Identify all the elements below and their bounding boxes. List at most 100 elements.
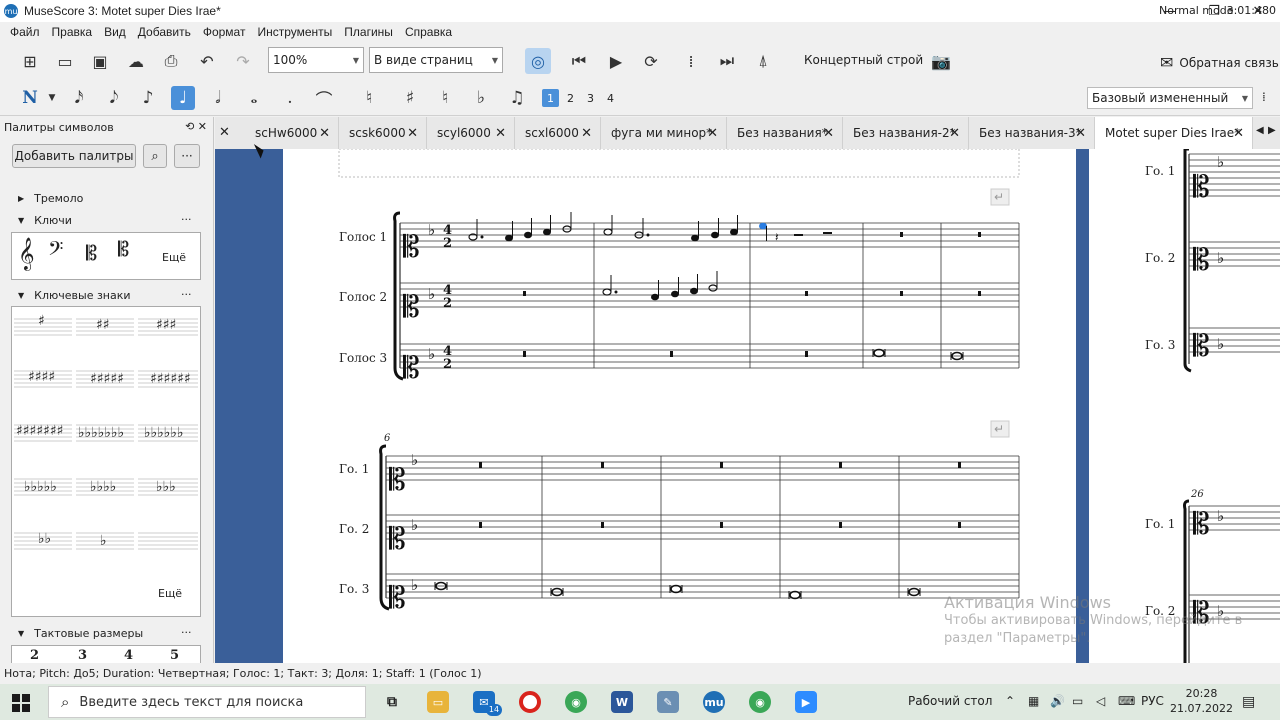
thirtysecond-note-icon[interactable]: 𝅘𝅥𝅮 (102, 86, 126, 110)
taskbar-search-box[interactable]: ⌕ Введите здесь текст для поиска (48, 686, 366, 718)
treble-clef-icon[interactable]: 𝄞 (18, 237, 35, 271)
close-icon[interactable]: ✕ (823, 126, 834, 141)
toolbar-overflow-handle[interactable]: ⁞ (1262, 90, 1266, 104)
palette-section-tremolo[interactable]: ▶ Тремоло (18, 192, 83, 205)
close-icon[interactable]: ✕ (707, 126, 718, 141)
more-options-icon[interactable]: ··· (181, 213, 192, 226)
tray-volume-icon[interactable]: 🔊 (1050, 694, 1065, 708)
cloud-upload-icon[interactable]: ☁ (125, 50, 147, 72)
close-icon[interactable]: ✕ (1075, 126, 1086, 141)
eighth-note-icon[interactable]: ♪ (136, 86, 160, 110)
camera-icon[interactable]: 📷 (930, 50, 952, 72)
more-options-icon[interactable]: ··· (174, 144, 200, 168)
zoom-app-icon[interactable]: ▶ (795, 691, 817, 713)
tray-keyboard-icon[interactable]: ⌨ (1118, 694, 1135, 708)
menu-tools[interactable]: Инструменты (251, 25, 338, 39)
tie-icon[interactable]: ⌒ (312, 86, 336, 111)
voice-2-button[interactable]: 2 (562, 89, 579, 107)
menu-file[interactable]: Файл (4, 25, 46, 39)
natural-icon[interactable]: ♮ (433, 86, 457, 110)
tab-untitled[interactable]: Без названия* ✕ (727, 117, 843, 149)
tab-untitled-2[interactable]: Без названия-2* ✕ (843, 117, 969, 149)
opera-icon[interactable] (519, 691, 541, 713)
whole-note-icon[interactable]: 𝅝 (242, 86, 266, 110)
close-icon[interactable]: ✕ (407, 126, 418, 141)
chrome-profile-icon[interactable]: ◉ (749, 691, 771, 713)
chrome-icon[interactable]: ◉ (565, 691, 587, 713)
time-sig-2[interactable]: 2 (30, 648, 39, 663)
metronome-icon[interactable]: ⍋ (752, 50, 774, 72)
task-view-icon[interactable]: ⧉ (381, 691, 403, 713)
undo-icon[interactable]: ↶ (196, 50, 218, 72)
chevron-down-icon[interactable]: ▼ (40, 86, 64, 110)
palette-section-clefs[interactable]: ▼ Ключи (18, 214, 72, 227)
tab-scroll-left-icon[interactable]: ◀ (1256, 125, 1264, 136)
word-icon[interactable]: W (611, 691, 633, 713)
menu-edit[interactable]: Правка (46, 25, 99, 39)
score-page-1[interactable]: 𝄡 𝄡 𝄡 𝄡 𝄡 𝄡 ♭ ♭ ♭ ♭ ♭ ♭ 42 42 42 𝄽 Голос… (283, 149, 1076, 663)
voice-1-button[interactable]: 1 (542, 89, 559, 107)
open-folder-icon[interactable]: ▭ (54, 50, 76, 72)
musescore-taskbar-icon[interactable]: mu (703, 691, 725, 713)
note-input-mode-icon[interactable]: N (18, 86, 42, 110)
more-options-icon[interactable]: ··· (181, 626, 192, 639)
voice-3-button[interactable]: 3 (582, 89, 599, 107)
rewind-icon[interactable]: ⏮ (568, 50, 590, 72)
half-note-icon[interactable]: 𝅗𝅥 (206, 86, 230, 110)
time-sig-5[interactable]: 5 (170, 648, 179, 663)
voice-4-button[interactable]: 4 (602, 89, 619, 107)
toggle-flat-sharp-icon[interactable]: ♮ (357, 86, 381, 110)
view-mode-select[interactable]: В виде страниц ▼ (369, 47, 503, 73)
menu-help[interactable]: Справка (399, 25, 458, 39)
tab-scroll-right-icon[interactable]: ▶ (1268, 125, 1276, 136)
augmentation-dot-icon[interactable]: . (278, 86, 302, 110)
close-icon[interactable]: ✕ (219, 125, 230, 140)
close-icon[interactable]: ✕ (581, 126, 592, 141)
search-icon[interactable]: ⌕ (143, 144, 167, 168)
concert-pitch-button[interactable]: Концертный строй (804, 53, 923, 67)
loop-in-icon[interactable]: ⁞ (680, 50, 702, 72)
more-clefs-button[interactable]: Ещё (162, 251, 186, 264)
score-page-2[interactable]: 𝄡 𝄡 𝄡 𝄡 𝄡 ♭ ♭ ♭ ♭ ♭ Го. 1 Го. 2 Го. 3 Го… (1089, 149, 1280, 663)
tab-scxl6000[interactable]: scxl6000 ✕ (515, 117, 601, 149)
notifications-icon[interactable]: ▤ (1242, 694, 1255, 710)
taskbar-clock[interactable]: 20:28 21.07.2022 (1170, 686, 1233, 716)
tenor-clef-icon[interactable]: 𝄡 (118, 237, 129, 261)
loop-out-icon[interactable]: ⏭ (716, 50, 738, 72)
alto-clef-icon[interactable]: 𝄡 (86, 241, 97, 265)
tab-scsk6000[interactable]: scsk6000 ✕ (339, 117, 427, 149)
more-options-icon[interactable]: ··· (181, 288, 192, 301)
menu-plugins[interactable]: Плагины (338, 25, 399, 39)
panel-float-close-icons[interactable]: ⟲ ✕ (185, 120, 207, 133)
workspace-select[interactable]: Базовый измененный ▼ (1087, 87, 1253, 109)
more-key-signatures-button[interactable]: Ещё (158, 587, 182, 600)
file-explorer-icon[interactable]: ▭ (427, 691, 449, 713)
flip-direction-icon[interactable]: ♫ (505, 86, 529, 110)
feedback-button[interactable]: ✉ Обратная связь (1160, 53, 1279, 72)
new-file-icon[interactable]: ⊞ (19, 50, 41, 72)
menu-format[interactable]: Формат (197, 25, 252, 39)
tab-scyl6000[interactable]: scyl6000 ✕ (427, 117, 515, 149)
time-sig-3[interactable]: 3 (78, 648, 87, 663)
add-palettes-button[interactable]: Добавить палитры (12, 144, 136, 168)
sharp-icon[interactable]: ♯ (398, 86, 422, 110)
sixtyfourth-note-icon[interactable]: 𝅘𝅥𝅯 (67, 86, 91, 110)
metronome-playback-icon[interactable]: ◎ (525, 48, 551, 74)
tray-chevron-up-icon[interactable]: ⌃ (1005, 694, 1015, 708)
print-icon[interactable]: ⎙ (160, 50, 182, 72)
tab-untitled-3[interactable]: Без названия-3* ✕ (969, 117, 1095, 149)
time-sig-4[interactable]: 4 (124, 648, 133, 663)
tab-motet[interactable]: Motet super Dies Irae* ✕ (1095, 117, 1253, 149)
palette-section-key-signatures[interactable]: ▼ Ключевые знаки (18, 289, 131, 302)
close-icon[interactable]: ✕ (1233, 126, 1244, 141)
language-indicator[interactable]: РУС (1141, 694, 1164, 708)
zoom-select[interactable]: 100% ▼ (268, 47, 364, 73)
desktop-toolbar-label[interactable]: Рабочий стол (908, 694, 992, 708)
play-icon[interactable]: ▶ (605, 50, 627, 72)
windows-start-icon[interactable] (12, 694, 30, 712)
tray-network-icon[interactable]: ▦ (1028, 694, 1039, 708)
menu-add[interactable]: Добавить (132, 25, 197, 39)
menu-view[interactable]: Вид (98, 25, 132, 39)
flat-icon[interactable]: ♭ (469, 86, 493, 110)
palette-section-time-signatures[interactable]: ▼ Тактовые размеры (18, 627, 143, 640)
